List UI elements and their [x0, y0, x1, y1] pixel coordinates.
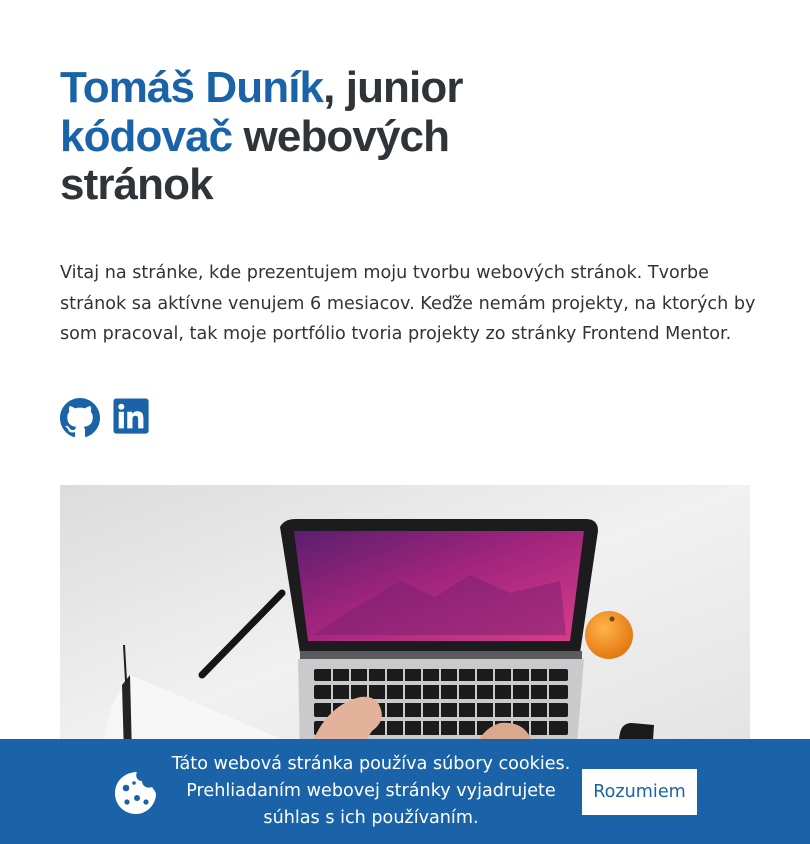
github-link[interactable] — [60, 398, 100, 438]
linkedin-link[interactable] — [113, 398, 153, 438]
accept-cookies-button[interactable]: Rozumiem — [582, 769, 697, 815]
hero-role: kódovač — [60, 111, 233, 161]
hero-title: Tomáš Duník, junior kódovač webových str… — [60, 63, 500, 210]
cookie-banner: Táto webová stránka používa súbory cooki… — [0, 739, 810, 844]
intro-paragraph: Vitaj na stránke, kde prezentujem moju t… — [60, 263, 756, 344]
hero-photo — [60, 485, 750, 755]
hero-title-part: , junior — [323, 63, 463, 112]
linkedin-icon — [113, 398, 149, 434]
cookie-icon — [115, 772, 156, 814]
hero-name: Tomáš Duník — [60, 63, 324, 112]
cookie-message: Táto webová stránka používa súbory cooki… — [171, 754, 571, 828]
github-icon — [60, 398, 100, 438]
